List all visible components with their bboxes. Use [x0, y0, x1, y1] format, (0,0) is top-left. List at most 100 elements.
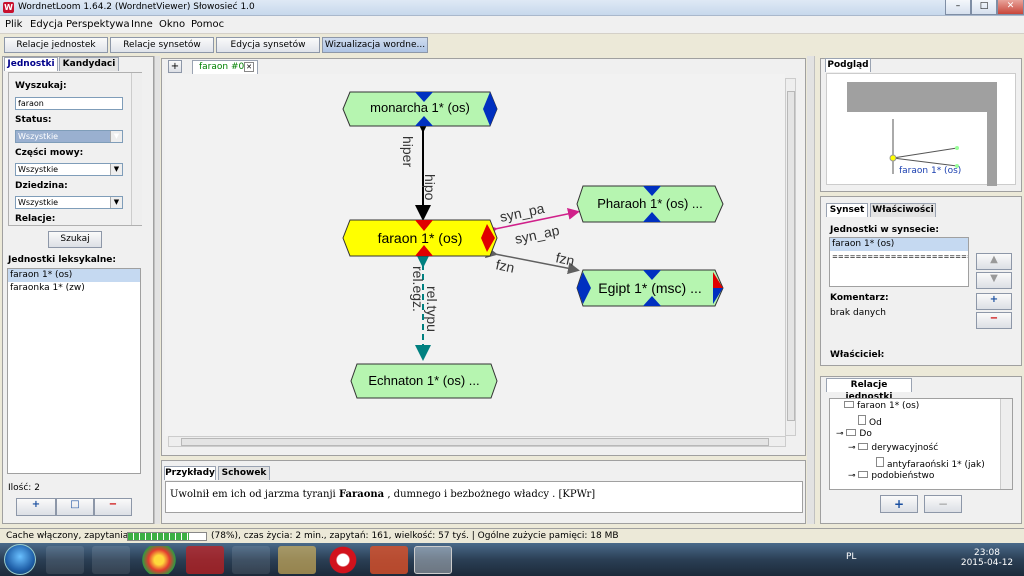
comment-label: Komentarz: [830, 293, 889, 303]
tree-node-root[interactable]: faraon 1* (os) [844, 401, 919, 411]
taskbar-tools-icon[interactable] [232, 546, 270, 574]
chevron-down-icon: ▼ [110, 197, 122, 208]
list-item[interactable]: faraon 1* (os) [830, 238, 968, 251]
tree-node-od[interactable]: Od [858, 415, 882, 428]
node-faraon-label[interactable]: faraon 1* (os) [343, 230, 497, 246]
synset-units-list: faraon 1* (os) =========================… [829, 237, 969, 287]
status-select[interactable]: Wszystkie ▼ [15, 130, 123, 143]
tree-node-root-label: faraon 1* (os) [857, 401, 920, 411]
pos-select[interactable]: Wszystkie ▼ [15, 163, 123, 176]
tab-synset[interactable]: Synset [826, 203, 868, 217]
tree-scrollbar[interactable] [1000, 399, 1012, 489]
tree-node-antyfaraonski-label: antyfaraoński 1* (jak) [887, 460, 985, 470]
left-splitter[interactable] [154, 56, 160, 524]
tab-przyklady[interactable]: Przykłady [164, 466, 216, 480]
synset-units-label: Jednostki w synsecie: [830, 225, 940, 235]
taskbar-media-icon[interactable] [92, 546, 130, 574]
search-label: Wyszukaj: [15, 81, 67, 91]
move-up-button[interactable]: ▲ [976, 253, 1012, 270]
preview-label: faraon 1* (os) [899, 166, 962, 176]
taskbar-opera-icon[interactable] [324, 546, 362, 574]
taskbar-chrome-icon[interactable] [140, 546, 178, 574]
tab-schowek[interactable]: Schowek [218, 466, 270, 480]
relations-label: Relacje: [15, 214, 56, 224]
new-tab-button[interactable]: + [168, 60, 182, 73]
status-pre: Cache włączony, zapytania: [6, 531, 132, 541]
maximize-button[interactable]: □ [971, 0, 997, 15]
graph-hscrollbar[interactable] [168, 436, 786, 447]
list-item[interactable]: ========================================… [830, 251, 968, 264]
status-post: (78%), czas życia: 2 min., zapytań: 161,… [211, 531, 619, 541]
menu-edycja[interactable]: Edycja [30, 19, 63, 30]
tab-wlasciwosci[interactable]: Właściwości [870, 203, 936, 217]
move-down-button[interactable]: ▼ [976, 272, 1012, 289]
edge-label-hiper: hiper [400, 136, 416, 167]
node-monarcha-label[interactable]: monarcha 1* (os) [343, 100, 497, 115]
list-item[interactable]: faraonka 1* (zw) [8, 282, 140, 295]
tab-faraon[interactable]: faraon #0 ✕ [192, 60, 258, 74]
clock-date: 2015-04-12 [960, 558, 1014, 568]
remove-unit-button[interactable]: − [94, 498, 132, 516]
chevron-down-icon: ▼ [110, 164, 122, 175]
menu-okno[interactable]: Okno [159, 19, 185, 30]
menu-bar: Plik Edycja Perspektywa Inne Okno Pomoc [0, 16, 1024, 34]
tree-node-do-label: Do [859, 429, 872, 439]
minimize-button[interactable]: – [945, 0, 971, 15]
title-bar: W WordnetLoom 1.64.2 (WordnetViewer) Sło… [0, 0, 1024, 16]
menu-perspektywa[interactable]: Perspektywa [66, 19, 130, 30]
tree-node-derywacyjnosc[interactable]: ⊸ derywacyjność [848, 443, 938, 453]
pos-value: Wszystkie [18, 165, 59, 174]
taskbar-pdf-icon[interactable] [186, 546, 224, 574]
close-window-button[interactable]: ✕ [997, 0, 1024, 15]
taskbar-folder-icon[interactable] [278, 546, 316, 574]
edge-label-rel-egz: rel.egz. [410, 266, 426, 312]
start-button[interactable] [4, 544, 36, 575]
tab-jednostki[interactable]: Jednostki [4, 57, 58, 71]
list-item[interactable]: faraon 1* (os) [8, 269, 140, 282]
node-pharaoh-label[interactable]: Pharaoh 1* (os) ... [577, 196, 723, 211]
tree-node-podobienstwo[interactable]: ⊸ podobieństwo [848, 471, 934, 481]
tree-node-antyfaraonski[interactable]: antyfaraoński 1* (jak) [876, 457, 985, 470]
tab-faraon-label: faraon #0 [199, 62, 245, 72]
form-scrollbar[interactable] [131, 73, 142, 225]
node-echnaton-label[interactable]: Echnaton 1* (os) ... [351, 373, 497, 388]
graph-vscrollbar[interactable] [785, 78, 796, 436]
perspective-synset-relations-button[interactable]: Relacje synsetów [110, 37, 214, 53]
menu-inne[interactable]: Inne [131, 19, 153, 30]
remove-synset-unit-button[interactable]: − [976, 312, 1012, 329]
right-splitter[interactable] [807, 56, 815, 524]
pos-label: Części mowy: [15, 148, 84, 158]
language-indicator[interactable]: PL [846, 552, 856, 562]
count-label: Ilość: 2 [8, 483, 40, 493]
tree-node-do[interactable]: ⊸ Do [836, 429, 872, 439]
perspective-synset-edit-button[interactable]: Edycja synsetów [216, 37, 320, 53]
domain-select[interactable]: Wszystkie ▼ [15, 196, 123, 209]
menu-pomoc[interactable]: Pomoc [191, 19, 224, 30]
remove-relation-button[interactable]: − [924, 495, 962, 513]
perspective-unit-relations-button[interactable]: Relacje jednostek [4, 37, 108, 53]
owner-value: - [879, 350, 883, 360]
search-input[interactable]: faraon [15, 97, 123, 110]
add-unit-button[interactable]: + [16, 498, 56, 516]
example-bold: Faraona [338, 489, 385, 500]
clock[interactable]: 23:08 2015-04-12 [960, 548, 1014, 568]
node-egipt-label[interactable]: Egipt 1* (msc) ... [577, 280, 723, 296]
close-tab-icon[interactable]: ✕ [244, 62, 254, 72]
taskbar-powerpoint-icon[interactable] [370, 546, 408, 574]
window-title: WordnetLoom 1.64.2 (WordnetViewer) Słowo… [18, 2, 255, 12]
tab-kandydaci[interactable]: Kandydaci [59, 57, 119, 71]
preview-canvas[interactable]: faraon 1* (os) [826, 73, 1016, 186]
taskbar-wordnetloom-icon[interactable] [414, 546, 452, 574]
graph-canvas[interactable]: hiper hipo syn_pa syn_ap fzn fzn rel.egz… [165, 74, 785, 436]
menu-plik[interactable]: Plik [5, 19, 22, 30]
tab-podglad[interactable]: Podgląd [825, 58, 871, 72]
tab-relacje-jednostki[interactable]: Relacje jednostki [826, 378, 912, 402]
search-button[interactable]: Szukaj [48, 231, 102, 248]
edit-unit-button[interactable]: □ [56, 498, 94, 516]
add-relation-button[interactable]: + [880, 495, 918, 513]
edge-label-syn-pa: syn_pa [498, 200, 546, 225]
taskbar-calculator-icon[interactable] [46, 546, 84, 574]
tree-node-derywacyjnosc-label: derywacyjność [871, 443, 939, 453]
perspective-visualization-button[interactable]: Wizualizacja wordne... [322, 37, 428, 53]
add-synset-unit-button[interactable]: + [976, 293, 1012, 310]
